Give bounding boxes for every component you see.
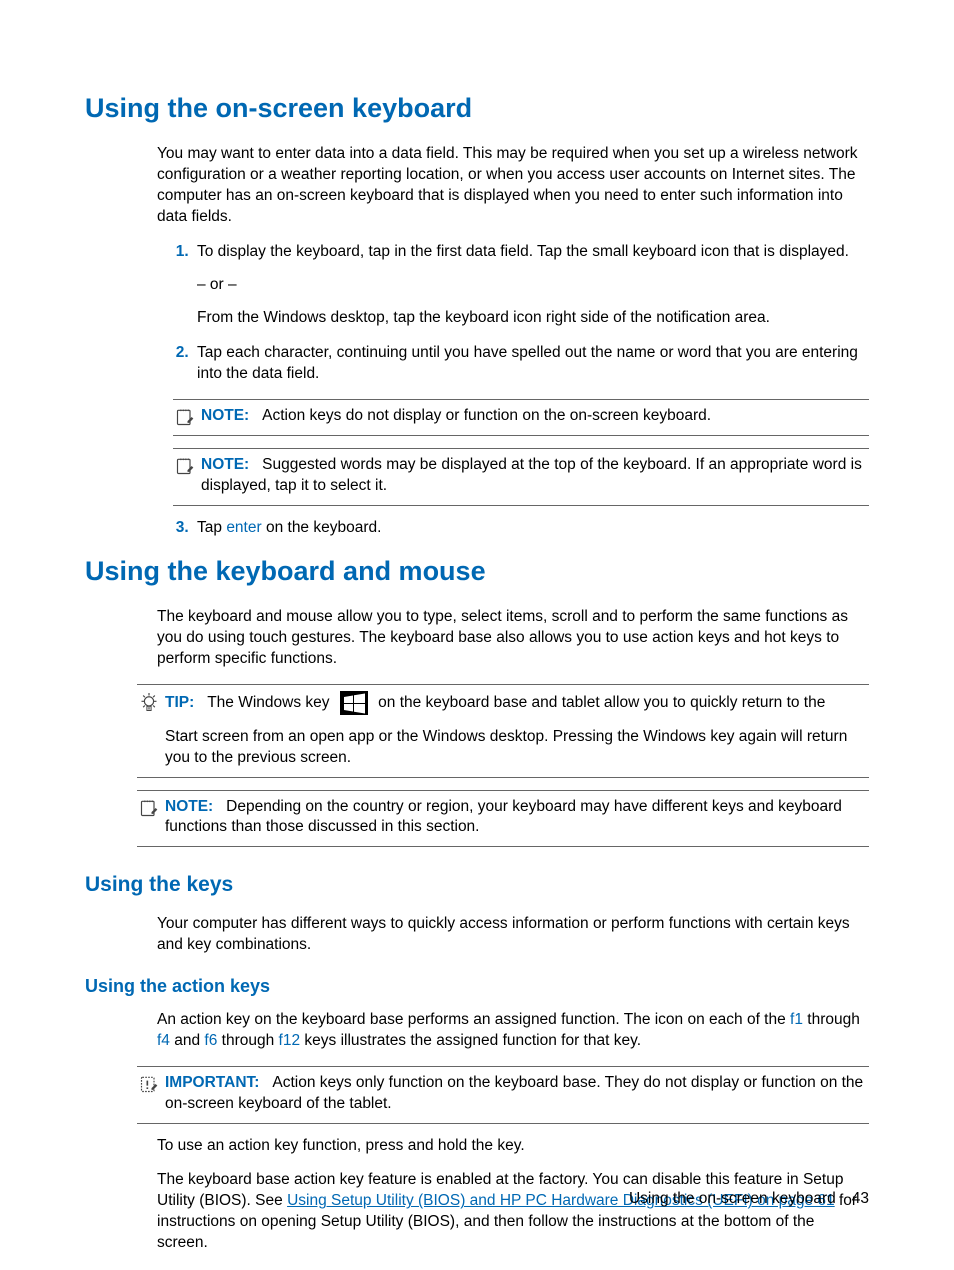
heading-using-action-keys: Using the action keys [85,974,869,998]
key-f1: f1 [790,1011,803,1028]
note-icon [173,455,197,476]
footer-text: Using the on-screen keyboard [629,1190,836,1207]
page-number: 43 [852,1190,869,1207]
intro-paragraph: You may want to enter data into a data f… [157,144,869,228]
step-1-or: – or – [197,275,869,296]
heading-using-keyboard-mouse: Using the keyboard and mouse [85,553,869,589]
section4-p3: The keyboard base action key feature is … [157,1170,869,1254]
key-enter: enter [226,519,261,536]
important-text: IMPORTANT: Action keys only function on … [161,1073,869,1115]
important-label: IMPORTANT: [165,1074,259,1091]
important-callout: IMPORTANT: Action keys only function on … [137,1066,869,1124]
heading-using-on-screen-keyboard: Using the on-screen keyboard [85,90,869,126]
tip-continuation: Start screen from an open app or the Win… [165,727,869,769]
steps-list: To display the keyboard, tap in the firs… [157,242,869,385]
step-1: To display the keyboard, tap in the firs… [193,242,869,329]
note-2-text: NOTE: Suggested words may be displayed a… [197,455,869,497]
tip-text: TIP: The Windows key on the keyboard bas… [161,691,869,769]
windows-key-icon [340,691,368,715]
heading-using-the-keys: Using the keys [85,871,869,899]
document-page: Using the on-screen keyboard You may wan… [0,0,954,1270]
key-f4: f4 [157,1032,170,1049]
note-label: NOTE: [201,456,249,473]
tip-label: TIP: [165,694,194,711]
note-callout-1: NOTE: Action keys do not display or func… [173,399,869,436]
key-f12: f12 [279,1032,301,1049]
note-callout-2: NOTE: Suggested words may be displayed a… [173,448,869,506]
note-3-text: NOTE: Depending on the country or region… [161,797,869,839]
note-label: NOTE: [165,798,213,815]
important-icon [137,1073,161,1094]
step-2: Tap each character, continuing until you… [193,343,869,385]
section4-p1: An action key on the keyboard base perfo… [157,1010,869,1052]
tip-callout: TIP: The Windows key on the keyboard bas… [137,684,869,778]
step-3: Tap enter on the keyboard. [193,518,869,539]
note-icon [137,797,161,818]
step-1-line1: To display the keyboard, tap in the firs… [197,242,869,263]
note-1-text: NOTE: Action keys do not display or func… [197,406,869,427]
note-label: NOTE: [201,407,249,424]
page-footer: Using the on-screen keyboard 43 [629,1189,869,1210]
section3-intro: Your computer has different ways to quic… [157,914,869,956]
tip-icon [137,691,161,714]
section4-p2: To use an action key function, press and… [157,1136,869,1157]
key-f6: f6 [204,1032,217,1049]
note-callout-3: NOTE: Depending on the country or region… [137,790,869,848]
steps-list-continued: Tap enter on the keyboard. [157,518,869,539]
section2-intro: The keyboard and mouse allow you to type… [157,607,869,670]
note-icon [173,406,197,427]
step-1-line2: From the Windows desktop, tap the keyboa… [197,308,869,329]
